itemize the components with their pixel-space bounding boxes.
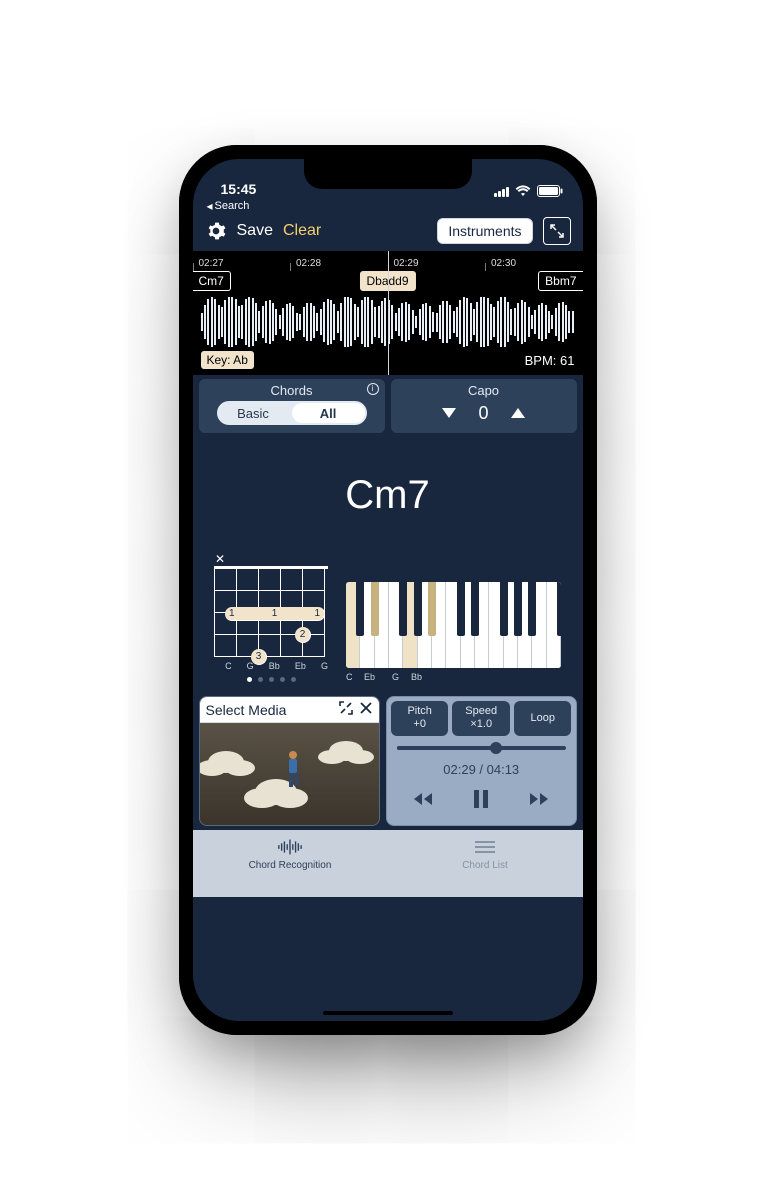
back-label: Search bbox=[215, 200, 250, 212]
media-pane: Select Media bbox=[199, 696, 380, 826]
chords-segmented: Basic All bbox=[217, 401, 367, 425]
status-time: 15:45 bbox=[221, 181, 257, 197]
expand-icon bbox=[339, 701, 353, 715]
close-icon bbox=[359, 701, 373, 715]
toolbar: Save Clear Instruments bbox=[193, 213, 583, 251]
current-chord-name: Cm7 bbox=[193, 473, 583, 518]
tab-chord-list[interactable]: Chord List bbox=[388, 838, 583, 871]
expand-icon bbox=[550, 224, 564, 238]
speed-button[interactable]: Speed ×1.0 bbox=[452, 701, 510, 736]
forward-button[interactable] bbox=[523, 787, 551, 811]
back-chevron-icon: ◂ bbox=[207, 199, 213, 213]
select-media-button[interactable]: Select Media bbox=[206, 702, 287, 718]
pager-dots[interactable] bbox=[214, 677, 328, 682]
video-thumbnail[interactable] bbox=[200, 723, 379, 825]
chords-panel: Chords i Basic All bbox=[199, 379, 385, 433]
media-expand-button[interactable] bbox=[339, 701, 353, 718]
menu-icon bbox=[472, 838, 498, 856]
timeline[interactable]: 02:27 02:28 02:29 02:30 Cm7 Dbadd9 Bbm7 … bbox=[193, 251, 583, 375]
info-icon[interactable]: i bbox=[367, 383, 379, 395]
finger-dot-3: 3 bbox=[251, 649, 267, 665]
seg-basic[interactable]: Basic bbox=[217, 401, 290, 425]
loop-button[interactable]: Loop bbox=[514, 701, 572, 736]
back-search[interactable]: ◂ Search bbox=[193, 199, 583, 213]
gear-icon bbox=[206, 221, 226, 241]
timeline-tick: 02:30 bbox=[485, 259, 583, 269]
chords-title: Chords bbox=[207, 383, 377, 398]
playhead[interactable] bbox=[388, 251, 389, 375]
tab-bar: Chord Recognition Chord List bbox=[193, 830, 583, 897]
pause-icon bbox=[473, 790, 489, 808]
player-pane: Pitch +0 Speed ×1.0 Loop bbox=[386, 696, 577, 826]
rewind-icon bbox=[414, 791, 436, 807]
settings-button[interactable] bbox=[205, 220, 227, 242]
cellular-icon bbox=[494, 185, 509, 197]
finger-dot-2: 2 bbox=[295, 627, 311, 643]
seg-all[interactable]: All bbox=[292, 403, 365, 423]
capo-panel: Capo 0 bbox=[391, 379, 577, 433]
tab-chord-recognition[interactable]: Chord Recognition bbox=[193, 838, 388, 871]
forward-icon bbox=[526, 791, 548, 807]
timeline-tick: 02:27 bbox=[193, 259, 291, 269]
muted-string-icon: ✕ bbox=[215, 552, 225, 566]
piano-diagram[interactable]: C Eb G Bb bbox=[346, 582, 561, 682]
wifi-icon bbox=[515, 185, 531, 197]
battery-icon bbox=[537, 185, 563, 197]
capo-title: Capo bbox=[399, 383, 569, 398]
key-chip[interactable]: Key: Ab bbox=[201, 351, 254, 369]
home-indicator[interactable] bbox=[323, 1011, 453, 1015]
timeline-chord-prev[interactable]: Cm7 bbox=[193, 271, 231, 291]
clear-button[interactable]: Clear bbox=[283, 222, 321, 240]
timeline-chord-next[interactable]: Bbm7 bbox=[538, 271, 582, 291]
timeline-tick: 02:29 bbox=[388, 259, 486, 269]
capo-increment[interactable] bbox=[511, 408, 525, 418]
progress-bar[interactable] bbox=[397, 746, 566, 750]
waveform-icon bbox=[277, 838, 303, 856]
pitch-button[interactable]: Pitch +0 bbox=[391, 701, 449, 736]
capo-value: 0 bbox=[478, 403, 488, 424]
bpm-label: BPM: 61 bbox=[525, 353, 575, 368]
instruments-button[interactable]: Instruments bbox=[437, 218, 532, 244]
save-button[interactable]: Save bbox=[237, 222, 273, 240]
fullscreen-button[interactable] bbox=[543, 217, 571, 245]
guitar-diagram[interactable]: ✕ 1 1 1 2 3 C G bbox=[214, 566, 328, 682]
rewind-button[interactable] bbox=[411, 787, 439, 811]
play-pause-button[interactable] bbox=[467, 787, 495, 811]
capo-decrement[interactable] bbox=[442, 408, 456, 418]
chord-display: Cm7 bbox=[193, 433, 583, 526]
timeline-tick: 02:28 bbox=[290, 259, 388, 269]
time-label: 02:29 / 04:13 bbox=[391, 756, 572, 779]
media-close-button[interactable] bbox=[359, 701, 373, 718]
